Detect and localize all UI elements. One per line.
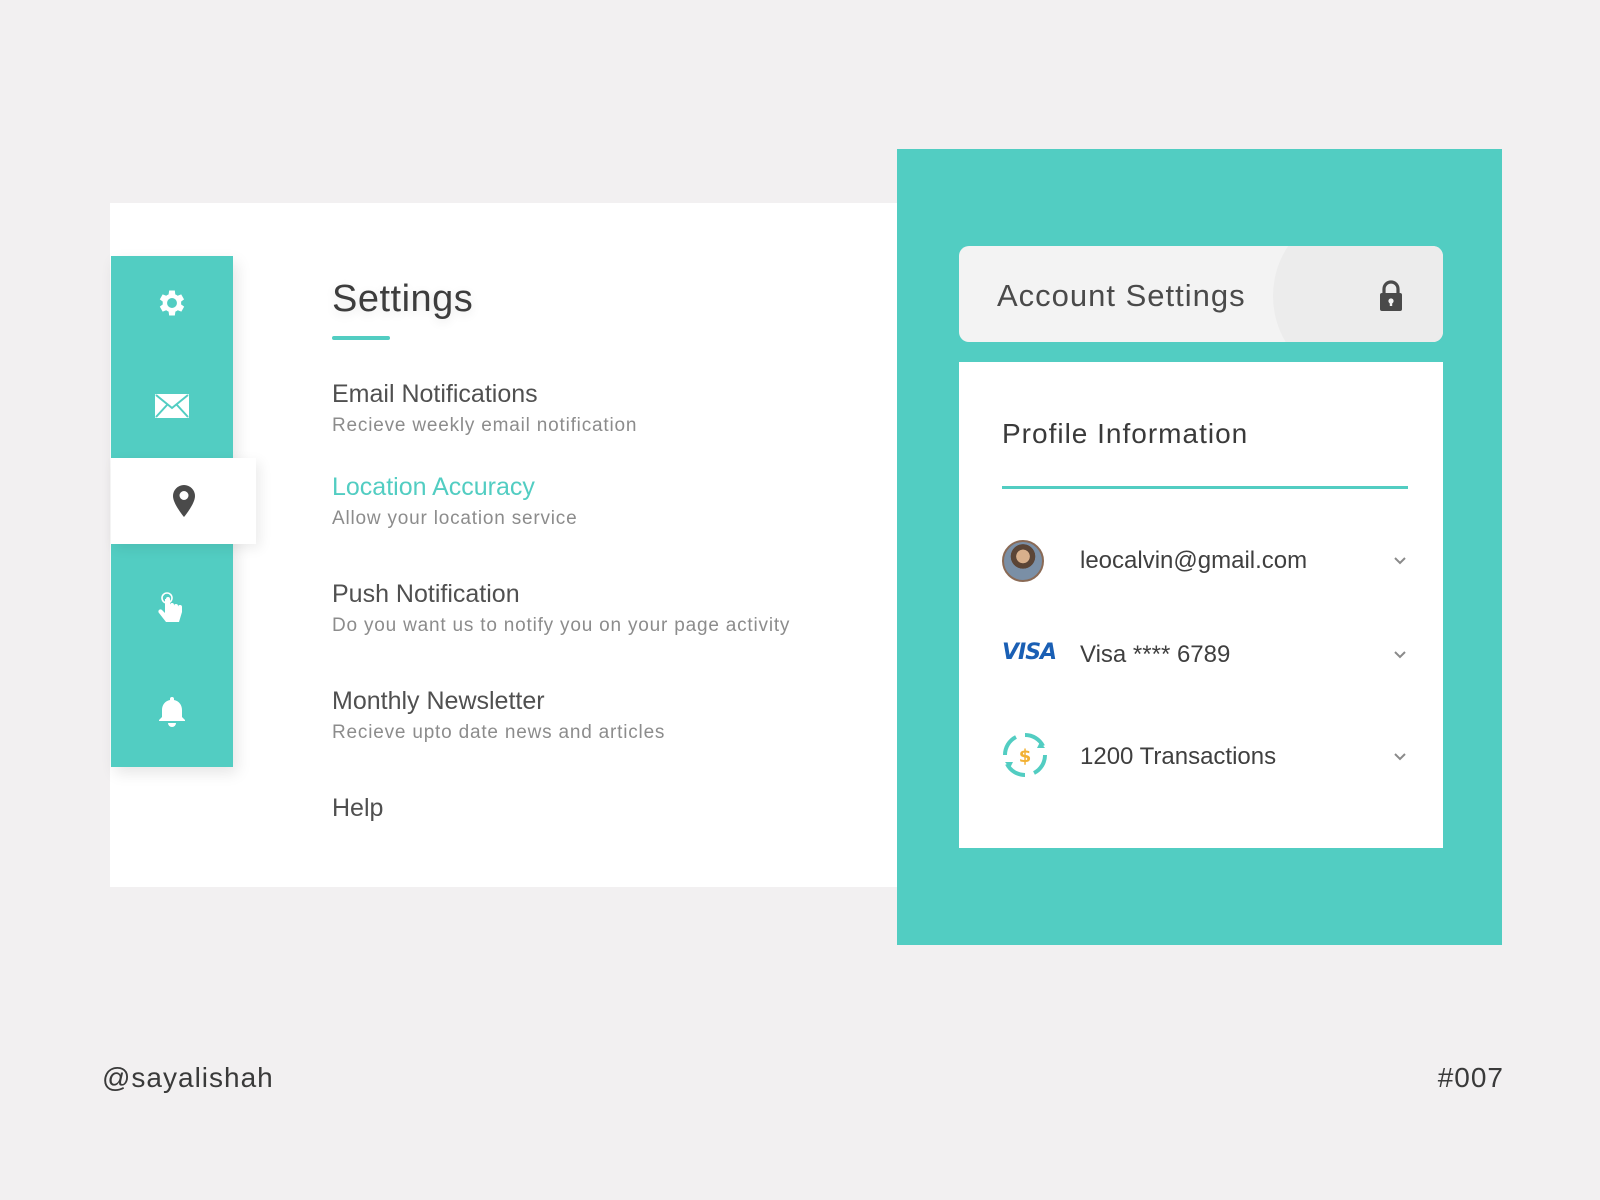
profile-row-email[interactable]: leocalvin@gmail.com [1002,536,1408,586]
profile-row-card[interactable]: VISA Visa **** 6789 [1002,630,1408,680]
menu-item-subtitle: Recieve weekly email notification [332,415,638,436]
menu-item-push-notification[interactable]: Push Notification Do you want us to noti… [332,580,790,637]
menu-item-subtitle: Allow your location service [332,508,578,529]
chevron-down-icon[interactable] [1392,749,1408,765]
touch-icon [158,592,182,622]
menu-item-title: Push Notification [332,580,520,608]
profile-title: Profile Information [1002,418,1249,449]
menu-item-title: Help [332,794,384,822]
icon-rail [111,256,256,767]
profile-underline [1002,486,1408,489]
menu-item-title: Location Accuracy [332,473,535,501]
menu-item-subtitle: Do you want us to notify you on your pag… [332,615,791,636]
menu-item-title: Monthly Newsletter [332,687,545,715]
row-text: leocalvin@gmail.com [1080,547,1308,574]
rail-item-settings[interactable] [111,260,233,346]
row-text: 1200 Transactions [1080,743,1277,770]
chevron-down-icon[interactable] [1392,553,1408,569]
row-text: Visa **** 6789 [1080,641,1231,668]
chevron-down-icon[interactable] [1392,647,1408,663]
menu-item-monthly-newsletter[interactable]: Monthly Newsletter Recieve upto date new… [332,687,665,744]
rail-item-alerts[interactable] [111,668,233,754]
menu-item-location-accuracy[interactable]: Location Accuracy Allow your location se… [332,473,577,530]
menu-item-title: Email Notifications [332,380,538,408]
lock-icon[interactable] [1377,280,1405,312]
visa-logo: VISA [1002,640,1057,665]
rail-item-touch[interactable] [111,566,233,652]
author-handle: @sayalishah [102,1062,274,1093]
page-title: Settings [332,278,474,320]
gear-icon [159,290,185,316]
rail-item-email[interactable] [111,363,233,449]
profile-card: Profile Information leocalvin@gmail.com … [959,362,1443,848]
account-header: Account Settings [959,246,1443,342]
svg-text:$: $ [1019,746,1032,767]
rail-item-location[interactable] [111,458,256,544]
location-pin-icon [172,485,195,517]
menu-item-help[interactable]: Help [332,794,383,823]
menu-item-email-notifications[interactable]: Email Notifications Recieve weekly email… [332,380,637,437]
mail-icon [155,394,189,418]
account-title: Account Settings [997,278,1246,313]
header-glow [1273,246,1443,342]
title-underline [332,336,390,340]
transactions-icon: $ [1002,732,1048,778]
menu-item-subtitle: Recieve upto date news and articles [332,722,666,743]
bell-icon [159,697,185,727]
avatar [1002,540,1044,582]
shot-number: #007 [1437,1062,1504,1093]
profile-row-transactions[interactable]: $ 1200 Transactions [1002,732,1408,782]
